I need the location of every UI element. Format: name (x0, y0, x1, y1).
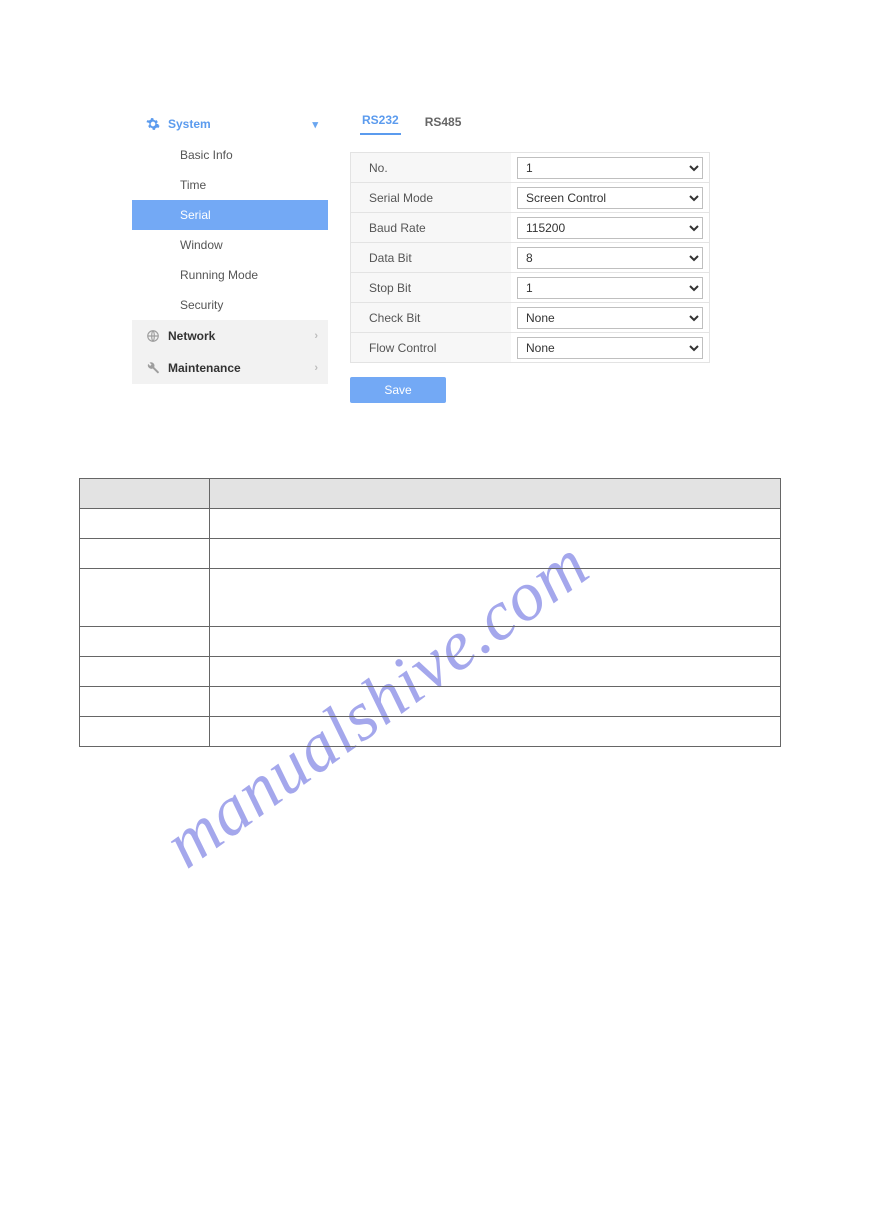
row-data-bit: Data Bit 8 (351, 243, 709, 273)
select-data-bit[interactable]: 8 (517, 247, 703, 269)
label-data-bit: Data Bit (351, 243, 511, 272)
sidebar-item-security[interactable]: Security (132, 290, 328, 320)
table-header-row (80, 479, 781, 509)
label-serial-mode: Serial Mode (351, 183, 511, 212)
sidebar-item-label: Window (180, 238, 223, 252)
sidebar-item-label: Time (180, 178, 206, 192)
select-no[interactable]: 1 (517, 157, 703, 179)
table-row (80, 539, 781, 569)
table-row (80, 627, 781, 657)
table-header-cell (80, 479, 210, 509)
select-serial-mode[interactable]: Screen Control (517, 187, 703, 209)
sidebar: System ▾ Basic Info Time Serial Window R… (132, 108, 328, 408)
row-baud-rate: Baud Rate 115200 (351, 213, 709, 243)
content-area: RS232 RS485 No. 1 Serial Mode Screen Con… (328, 108, 752, 408)
row-serial-mode: Serial Mode Screen Control (351, 183, 709, 213)
sidebar-item-label: Running Mode (180, 268, 258, 282)
tab-label: RS485 (425, 115, 462, 129)
label-flow-control: Flow Control (351, 333, 511, 362)
table-header-cell (210, 479, 781, 509)
globe-icon (146, 329, 160, 343)
table-row (80, 509, 781, 539)
row-check-bit: Check Bit None (351, 303, 709, 333)
sidebar-item-label: Basic Info (180, 148, 233, 162)
sidebar-section-system[interactable]: System ▾ (132, 108, 328, 140)
row-stop-bit: Stop Bit 1 (351, 273, 709, 303)
serial-form: No. 1 Serial Mode Screen Control Baud Ra… (350, 152, 710, 363)
settings-panel: System ▾ Basic Info Time Serial Window R… (132, 108, 752, 408)
sidebar-section-label: Maintenance (168, 361, 241, 375)
tab-label: RS232 (362, 113, 399, 127)
sidebar-item-window[interactable]: Window (132, 230, 328, 260)
save-button[interactable]: Save (350, 377, 446, 403)
reference-table (79, 478, 781, 747)
select-flow-control[interactable]: None (517, 337, 703, 359)
table-row (80, 657, 781, 687)
sidebar-item-running-mode[interactable]: Running Mode (132, 260, 328, 290)
table-row (80, 717, 781, 747)
tab-rs485[interactable]: RS485 (423, 109, 464, 135)
row-no: No. 1 (351, 153, 709, 183)
tab-rs232[interactable]: RS232 (360, 107, 401, 135)
select-baud-rate[interactable]: 115200 (517, 217, 703, 239)
label-no: No. (351, 153, 511, 182)
sidebar-item-basic-info[interactable]: Basic Info (132, 140, 328, 170)
chevron-right-icon: › (314, 330, 318, 342)
sidebar-section-maintenance[interactable]: Maintenance › (132, 352, 328, 384)
chevron-right-icon: › (314, 362, 318, 374)
sidebar-item-label: Serial (180, 208, 211, 222)
tab-bar: RS232 RS485 (350, 108, 752, 136)
select-stop-bit[interactable]: 1 (517, 277, 703, 299)
row-flow-control: Flow Control None (351, 333, 709, 363)
label-check-bit: Check Bit (351, 303, 511, 332)
wrench-icon (146, 361, 160, 375)
sidebar-item-label: Security (180, 298, 223, 312)
label-stop-bit: Stop Bit (351, 273, 511, 302)
sidebar-item-serial[interactable]: Serial (132, 200, 328, 230)
sidebar-section-network[interactable]: Network › (132, 320, 328, 352)
sidebar-section-label: Network (168, 329, 215, 343)
gear-icon (146, 117, 160, 131)
sidebar-section-label: System (168, 117, 211, 131)
sidebar-item-time[interactable]: Time (132, 170, 328, 200)
select-check-bit[interactable]: None (517, 307, 703, 329)
table-row (80, 687, 781, 717)
label-baud-rate: Baud Rate (351, 213, 511, 242)
chevron-down-icon: ▾ (312, 118, 318, 131)
table-row (80, 569, 781, 627)
